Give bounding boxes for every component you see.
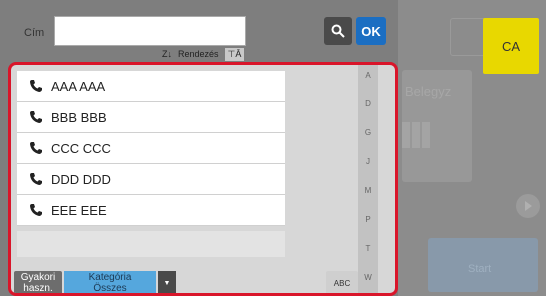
search-input[interactable] xyxy=(54,16,246,46)
ca-button[interactable]: CA xyxy=(483,18,539,74)
alphabet-index-item[interactable]: P xyxy=(358,215,378,224)
frequent-use-button[interactable]: Gyakori haszn. xyxy=(14,271,62,294)
phone-icon xyxy=(30,204,42,216)
sort-kana-icon[interactable]: ⊤Ā xyxy=(224,47,245,61)
category-dropdown-button[interactable]: ▼ xyxy=(158,271,176,293)
phone-icon xyxy=(30,111,42,123)
alphabet-index-item[interactable]: J xyxy=(358,157,378,166)
category-line2: Összes xyxy=(93,283,127,294)
list-item[interactable]: EEE EEE xyxy=(17,195,285,226)
address-list-frame: AAA AAA BBB BBB CCC CCC DDD DDD EEE EEE … xyxy=(8,62,398,296)
list-footer: Gyakori haszn. Kategória Összes ▼ ABC xyxy=(11,269,395,294)
alphabet-index-item[interactable]: T xyxy=(358,244,378,253)
list-item-label: EEE EEE xyxy=(51,202,107,218)
list-item[interactable]: DDD DDD xyxy=(17,164,285,195)
play-icon xyxy=(516,194,540,218)
category-button[interactable]: Kategória Összes xyxy=(64,271,156,294)
alphabet-index[interactable]: A D G J M P T W xyxy=(358,65,378,293)
list-item-label: DDD DDD xyxy=(51,171,111,187)
list-item-label: BBB BBB xyxy=(51,109,107,125)
search-icon xyxy=(331,24,345,38)
background-label: Belegyz xyxy=(405,84,452,99)
frequent-use-line2: haszn. xyxy=(23,283,53,294)
sort-row[interactable]: Z↓ Rendezés ⊤Ā xyxy=(162,46,245,62)
alphabet-index-item[interactable]: G xyxy=(358,128,378,137)
list-item[interactable]: CCC CCC xyxy=(17,133,285,164)
title-label: Cím xyxy=(24,27,45,39)
phone-icon xyxy=(30,142,42,154)
list-item-label: AAA AAA xyxy=(51,78,106,94)
sort-az-icon: Z↓ xyxy=(162,49,172,59)
phone-icon xyxy=(30,80,42,92)
address-list: AAA AAA BBB BBB CCC CCC DDD DDD EEE EEE xyxy=(17,71,285,226)
phone-icon xyxy=(30,173,42,185)
alphabet-index-item[interactable]: D xyxy=(358,99,378,108)
sort-label[interactable]: Rendezés xyxy=(178,49,219,59)
start-button: Start xyxy=(428,238,538,292)
keypad-icon xyxy=(402,122,432,148)
search-button[interactable] xyxy=(324,17,352,45)
ok-button[interactable]: OK xyxy=(356,17,386,45)
list-item-label: CCC CCC xyxy=(51,140,111,156)
frequent-use-line1: Gyakori xyxy=(20,272,56,283)
alphabet-index-item[interactable]: A xyxy=(358,71,378,80)
category-line1: Kategória xyxy=(88,272,132,283)
list-empty-row xyxy=(17,231,285,257)
abc-button[interactable]: ABC xyxy=(326,271,358,293)
list-item[interactable]: AAA AAA xyxy=(17,71,285,102)
chevron-down-icon: ▼ xyxy=(163,279,171,287)
list-item[interactable]: BBB BBB xyxy=(17,102,285,133)
alphabet-index-item[interactable]: M xyxy=(358,186,378,195)
